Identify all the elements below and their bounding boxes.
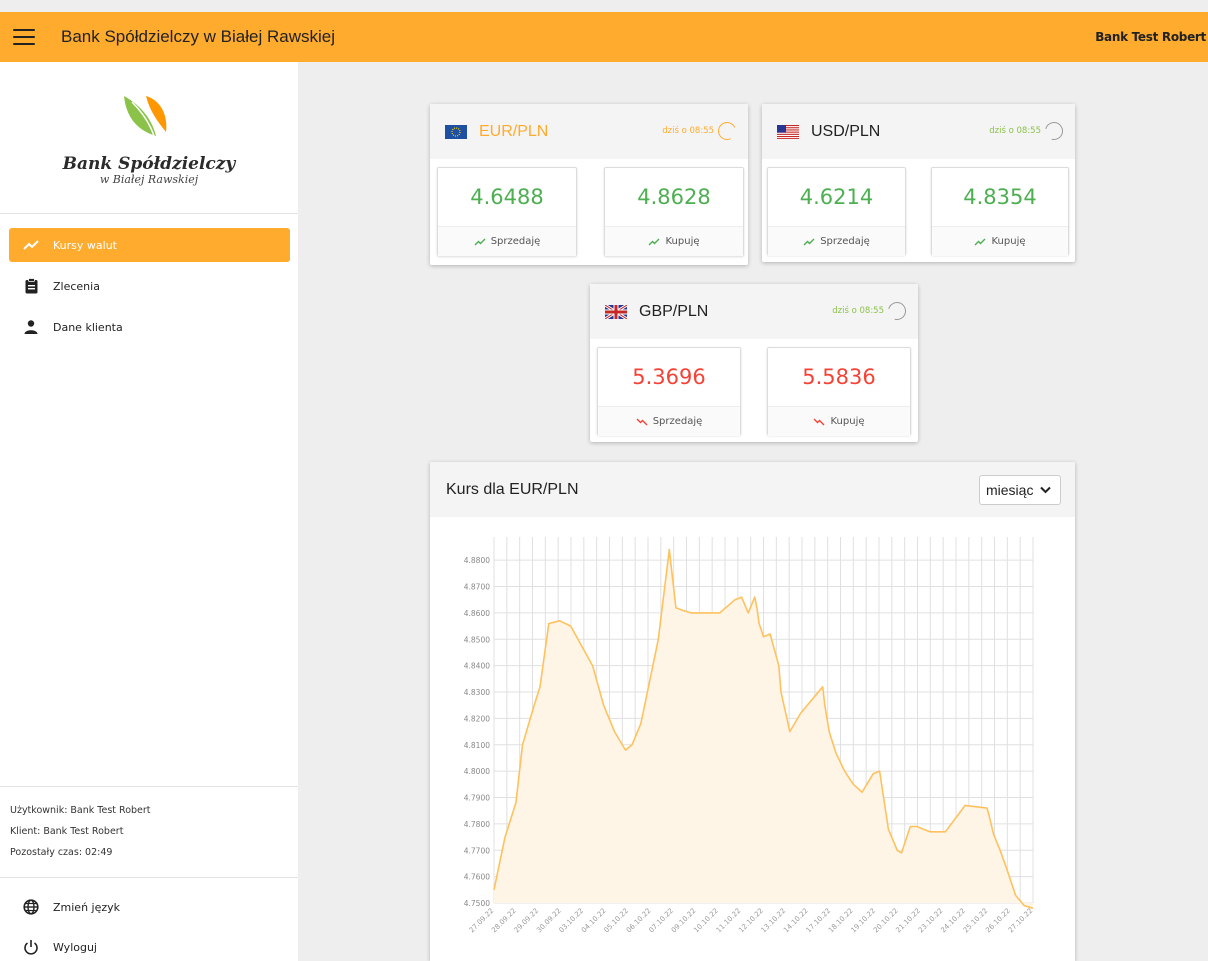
- card-header: EUR/PLN dziś o 08:55: [430, 104, 748, 159]
- update-time: dziś o 08:55: [989, 126, 1041, 136]
- menu-icon[interactable]: [13, 29, 35, 45]
- logout-label: Wyloguj: [53, 940, 97, 954]
- sell-rate-label-row: Sprzedaję: [438, 226, 576, 256]
- pair-name: EUR/PLN: [479, 122, 549, 140]
- sell-rate-value: 4.6214: [799, 185, 874, 209]
- trending-up-icon: [9, 239, 53, 251]
- y-tick-label: 4.7700: [464, 846, 490, 855]
- y-tick-label: 4.7600: [464, 873, 490, 882]
- session-time: Pozostały czas: 02:49: [10, 847, 113, 858]
- buy-rate-value: 4.8628: [637, 185, 711, 209]
- trending-up-icon: [474, 238, 486, 245]
- currency-card-usd-pln: USD/PLN dziś o 08:55 4.6214 Sprzedaję 4.…: [762, 104, 1075, 262]
- uk-flag-icon: [605, 304, 627, 319]
- chart-header: Kurs dla EUR/PLN miesiąc: [430, 462, 1075, 517]
- sell-rate-label-row: Sprzedaję: [768, 226, 905, 256]
- y-tick-label: 4.8400: [464, 662, 490, 671]
- trending-up-icon: [974, 238, 986, 245]
- trending-down-icon: [636, 418, 648, 425]
- sell-label: Sprzedaję: [652, 416, 703, 427]
- trending-up-icon: [803, 238, 815, 245]
- y-tick-label: 4.8700: [464, 583, 490, 592]
- app-title: Bank Spółdzielczy w Białej Rawskiej: [61, 27, 336, 46]
- rate-line-chart: 4.7500 4.7600 4.7700 4.7800 4.7900 4.8000 4.81…: [464, 537, 1035, 935]
- y-tick-label: 4.7500: [464, 899, 490, 908]
- y-tick-label: 4.7900: [464, 794, 490, 803]
- sell-label: Sprzedaję: [820, 236, 870, 247]
- change-language-button[interactable]: Zmień język: [9, 890, 290, 924]
- sidebar-item-label: Kursy walut: [53, 238, 117, 252]
- logo-name: Bank Spółdzielczy: [62, 154, 236, 174]
- chevron-down-icon: [1040, 486, 1051, 494]
- session-client: Klient: Bank Test Robert: [10, 826, 124, 837]
- sell-rate-value: 5.3696: [632, 365, 706, 389]
- logo-subtitle: w Białej Rawskiej: [99, 173, 199, 186]
- sidebar-item-kursy-walut[interactable]: Kursy walut: [9, 228, 290, 262]
- buy-rate-button[interactable]: 4.8354 Kupuję: [931, 167, 1069, 256]
- eu-flag-icon: [445, 124, 467, 139]
- pair-name: GBP/PLN: [639, 302, 709, 320]
- sell-rate-button[interactable]: 5.3696 Sprzedaję: [597, 347, 741, 436]
- buy-label: Kupuję: [665, 236, 700, 247]
- leaf-logo-icon: [124, 96, 167, 137]
- buy-rate-label-row: Kupuję: [605, 226, 743, 256]
- rate-chart-card: Kurs dla EUR/PLN miesiąc 4.7500 4.7600 4.7…: [430, 462, 1075, 961]
- session-user: Użytkownik: Bank Test Robert: [10, 805, 151, 816]
- pair-name: USD/PLN: [811, 122, 881, 140]
- y-tick-label: 4.8000: [464, 767, 490, 776]
- currency-card-eur-pln: EUR/PLN dziś o 08:55 4.6488 Sprzedaję 4.…: [430, 104, 748, 265]
- top-app-bar: Bank Spółdzielczy w Białej Rawskiej Bank…: [0, 12, 1208, 62]
- bank-logo: Bank Spółdzielczy w Białej Rawskiej: [0, 62, 298, 214]
- chart-title: Kurs dla EUR/PLN: [446, 480, 579, 498]
- sell-rate-value: 4.6488: [470, 185, 544, 209]
- refresh-spinner-icon: [715, 119, 739, 143]
- card-header: GBP/PLN dziś o 08:55: [590, 284, 918, 339]
- buy-rate-value: 4.8354: [963, 185, 1037, 209]
- y-tick-label: 4.7800: [464, 820, 490, 829]
- refresh-spinner-icon: [1041, 118, 1067, 144]
- sidebar-item-label: Zlecenia: [53, 279, 100, 293]
- sidebar-item-zlecenia[interactable]: Zlecenia: [9, 269, 290, 303]
- change-language-label: Zmień język: [53, 900, 121, 914]
- buy-label: Kupuję: [991, 236, 1026, 247]
- period-select-value: miesiąc: [986, 482, 1034, 498]
- buy-label: Kupuję: [830, 416, 865, 427]
- globe-icon: [9, 899, 53, 915]
- y-tick-label: 4.8600: [464, 609, 490, 618]
- buy-rate-label-row: Kupuję: [768, 406, 910, 436]
- y-tick-label: 4.8500: [464, 635, 490, 644]
- card-header: USD/PLN dziś o 08:55: [762, 104, 1075, 159]
- sidebar-item-label: Dane klienta: [53, 320, 123, 334]
- y-tick-label: 4.8300: [464, 688, 490, 697]
- update-time: dziś o 08:55: [662, 126, 714, 136]
- y-tick-label: 4.8100: [464, 741, 490, 750]
- x-tick-label: 27.10.22: [1007, 907, 1035, 935]
- current-user: Bank Test Robert: [1095, 30, 1206, 44]
- buy-rate-button[interactable]: 5.5836 Kupuję: [767, 347, 911, 436]
- us-flag-icon: [777, 124, 799, 139]
- logout-button[interactable]: Wyloguj: [9, 930, 290, 961]
- update-time: dziś o 08:55: [832, 306, 884, 316]
- y-tick-label: 4.8800: [464, 556, 490, 565]
- person-icon: [9, 320, 53, 334]
- sell-rate-label-row: Sprzedaję: [598, 406, 740, 436]
- power-icon: [9, 939, 53, 955]
- period-select[interactable]: miesiąc: [979, 475, 1061, 505]
- refresh-spinner-icon: [884, 298, 910, 324]
- clipboard-icon: [9, 278, 53, 294]
- sidebar: Bank Spółdzielczy w Białej Rawskiej Kurs…: [0, 62, 298, 961]
- buy-rate-label-row: Kupuję: [932, 226, 1068, 256]
- y-tick-label: 4.8200: [464, 714, 490, 723]
- buy-rate-button[interactable]: 4.8628 Kupuję: [604, 167, 744, 256]
- currency-card-gbp-pln: GBP/PLN dziś o 08:55 5.3696 Sprzedaję 5.…: [590, 284, 918, 442]
- sell-rate-button[interactable]: 4.6488 Sprzedaję: [437, 167, 577, 256]
- trending-up-icon: [648, 238, 660, 245]
- buy-rate-value: 5.5836: [802, 365, 876, 389]
- sidebar-item-dane-klienta[interactable]: Dane klienta: [9, 310, 290, 344]
- trending-down-icon: [813, 418, 825, 425]
- session-info: Użytkownik: Bank Test Robert Klient: Ban…: [0, 786, 298, 878]
- sell-label: Sprzedaję: [490, 236, 541, 247]
- sell-rate-button[interactable]: 4.6214 Sprzedaję: [767, 167, 906, 256]
